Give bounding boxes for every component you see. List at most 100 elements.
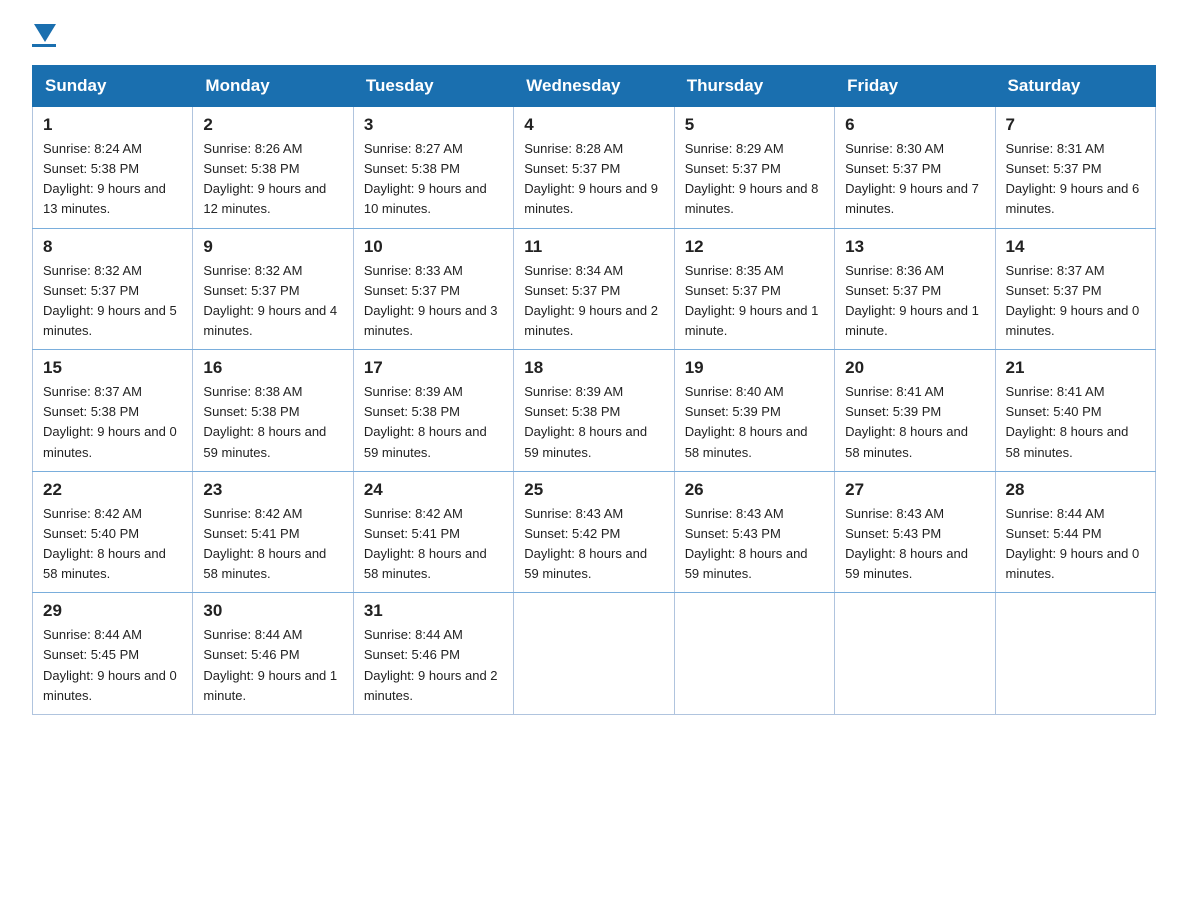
- day-number: 6: [845, 115, 984, 135]
- weekday-header-tuesday: Tuesday: [353, 66, 513, 107]
- calendar-cell: 11 Sunrise: 8:34 AMSunset: 5:37 PMDayligh…: [514, 228, 674, 350]
- day-number: 22: [43, 480, 182, 500]
- calendar-cell: 4 Sunrise: 8:28 AMSunset: 5:37 PMDaylight…: [514, 107, 674, 229]
- calendar-cell: 12 Sunrise: 8:35 AMSunset: 5:37 PMDayligh…: [674, 228, 834, 350]
- calendar-cell: 16 Sunrise: 8:38 AMSunset: 5:38 PMDayligh…: [193, 350, 353, 472]
- calendar-cell: 31 Sunrise: 8:44 AMSunset: 5:46 PMDayligh…: [353, 593, 513, 715]
- day-info: Sunrise: 8:43 AMSunset: 5:43 PMDaylight:…: [845, 504, 984, 585]
- week-row-2: 8 Sunrise: 8:32 AMSunset: 5:37 PMDaylight…: [33, 228, 1156, 350]
- day-number: 23: [203, 480, 342, 500]
- calendar-cell: 28 Sunrise: 8:44 AMSunset: 5:44 PMDayligh…: [995, 471, 1155, 593]
- day-number: 11: [524, 237, 663, 257]
- calendar-cell: 17Sunrise: 8:39 AMSunset: 5:38 PMDayligh…: [353, 350, 513, 472]
- day-number: 7: [1006, 115, 1145, 135]
- day-info: Sunrise: 8:37 AMSunset: 5:37 PMDaylight:…: [1006, 261, 1145, 342]
- day-info: Sunrise: 8:39 AMSunset: 5:38 PMDaylight:…: [364, 382, 503, 463]
- day-info: Sunrise: 8:42 AMSunset: 5:41 PMDaylight:…: [364, 504, 503, 585]
- logo-underline: [32, 44, 56, 47]
- logo-triangle-icon: [34, 24, 56, 42]
- weekday-header-thursday: Thursday: [674, 66, 834, 107]
- calendar-cell: 18 Sunrise: 8:39 AMSunset: 5:38 PMDayligh…: [514, 350, 674, 472]
- day-number: 4: [524, 115, 663, 135]
- calendar-cell: [514, 593, 674, 715]
- day-number: 12: [685, 237, 824, 257]
- day-number: 26: [685, 480, 824, 500]
- day-info: Sunrise: 8:41 AMSunset: 5:40 PMDaylight:…: [1006, 382, 1145, 463]
- calendar-cell: 7 Sunrise: 8:31 AMSunset: 5:37 PMDaylight…: [995, 107, 1155, 229]
- calendar-cell: 8 Sunrise: 8:32 AMSunset: 5:37 PMDaylight…: [33, 228, 193, 350]
- logo: [32, 24, 56, 47]
- calendar-cell: 24 Sunrise: 8:42 AMSunset: 5:41 PMDayligh…: [353, 471, 513, 593]
- day-number: 20: [845, 358, 984, 378]
- day-number: 19: [685, 358, 824, 378]
- day-number: 14: [1006, 237, 1145, 257]
- weekday-header-monday: Monday: [193, 66, 353, 107]
- day-number: 25: [524, 480, 663, 500]
- day-info: Sunrise: 8:44 AMSunset: 5:45 PMDaylight:…: [43, 625, 182, 706]
- day-number: 1: [43, 115, 182, 135]
- page-header: [32, 24, 1156, 47]
- calendar-cell: 1 Sunrise: 8:24 AMSunset: 5:38 PMDaylight…: [33, 107, 193, 229]
- day-info: Sunrise: 8:42 AMSunset: 5:40 PMDaylight:…: [43, 504, 182, 585]
- calendar-cell: 21Sunrise: 8:41 AMSunset: 5:40 PMDayligh…: [995, 350, 1155, 472]
- weekday-header-sunday: Sunday: [33, 66, 193, 107]
- week-row-1: 1 Sunrise: 8:24 AMSunset: 5:38 PMDaylight…: [33, 107, 1156, 229]
- day-number: 16: [203, 358, 342, 378]
- calendar-cell: 15 Sunrise: 8:37 AMSunset: 5:38 PMDayligh…: [33, 350, 193, 472]
- calendar-cell: 3 Sunrise: 8:27 AMSunset: 5:38 PMDaylight…: [353, 107, 513, 229]
- day-number: 27: [845, 480, 984, 500]
- calendar-cell: 6 Sunrise: 8:30 AMSunset: 5:37 PMDaylight…: [835, 107, 995, 229]
- calendar-cell: 27 Sunrise: 8:43 AMSunset: 5:43 PMDayligh…: [835, 471, 995, 593]
- calendar-cell: 13Sunrise: 8:36 AMSunset: 5:37 PMDayligh…: [835, 228, 995, 350]
- day-info: Sunrise: 8:30 AMSunset: 5:37 PMDaylight:…: [845, 139, 984, 220]
- day-info: Sunrise: 8:43 AMSunset: 5:42 PMDaylight:…: [524, 504, 663, 585]
- logo-content: [32, 24, 56, 47]
- day-number: 28: [1006, 480, 1145, 500]
- day-info: Sunrise: 8:34 AMSunset: 5:37 PMDaylight:…: [524, 261, 663, 342]
- day-number: 18: [524, 358, 663, 378]
- calendar-cell: 10Sunrise: 8:33 AMSunset: 5:37 PMDayligh…: [353, 228, 513, 350]
- week-row-4: 22 Sunrise: 8:42 AMSunset: 5:40 PMDayligh…: [33, 471, 1156, 593]
- calendar-cell: 9 Sunrise: 8:32 AMSunset: 5:37 PMDaylight…: [193, 228, 353, 350]
- day-number: 5: [685, 115, 824, 135]
- day-info: Sunrise: 8:32 AMSunset: 5:37 PMDaylight:…: [203, 261, 342, 342]
- calendar-cell: [674, 593, 834, 715]
- week-row-3: 15 Sunrise: 8:37 AMSunset: 5:38 PMDayligh…: [33, 350, 1156, 472]
- day-number: 30: [203, 601, 342, 621]
- day-info: Sunrise: 8:44 AMSunset: 5:46 PMDaylight:…: [364, 625, 503, 706]
- day-info: Sunrise: 8:39 AMSunset: 5:38 PMDaylight:…: [524, 382, 663, 463]
- day-info: Sunrise: 8:38 AMSunset: 5:38 PMDaylight:…: [203, 382, 342, 463]
- calendar-cell: [995, 593, 1155, 715]
- calendar-cell: 2Sunrise: 8:26 AMSunset: 5:38 PMDaylight…: [193, 107, 353, 229]
- day-info: Sunrise: 8:42 AMSunset: 5:41 PMDaylight:…: [203, 504, 342, 585]
- calendar-cell: 23 Sunrise: 8:42 AMSunset: 5:41 PMDayligh…: [193, 471, 353, 593]
- weekday-header-row: SundayMondayTuesdayWednesdayThursdayFrid…: [33, 66, 1156, 107]
- calendar-cell: 19 Sunrise: 8:40 AMSunset: 5:39 PMDayligh…: [674, 350, 834, 472]
- calendar-cell: 14 Sunrise: 8:37 AMSunset: 5:37 PMDayligh…: [995, 228, 1155, 350]
- weekday-header-wednesday: Wednesday: [514, 66, 674, 107]
- day-info: Sunrise: 8:28 AMSunset: 5:37 PMDaylight:…: [524, 139, 663, 220]
- day-info: Sunrise: 8:27 AMSunset: 5:38 PMDaylight:…: [364, 139, 503, 220]
- day-info: Sunrise: 8:32 AMSunset: 5:37 PMDaylight:…: [43, 261, 182, 342]
- day-number: 15: [43, 358, 182, 378]
- day-info: Sunrise: 8:44 AMSunset: 5:44 PMDaylight:…: [1006, 504, 1145, 585]
- calendar-cell: 30Sunrise: 8:44 AMSunset: 5:46 PMDayligh…: [193, 593, 353, 715]
- day-info: Sunrise: 8:40 AMSunset: 5:39 PMDaylight:…: [685, 382, 824, 463]
- day-info: Sunrise: 8:29 AMSunset: 5:37 PMDaylight:…: [685, 139, 824, 220]
- day-info: Sunrise: 8:35 AMSunset: 5:37 PMDaylight:…: [685, 261, 824, 342]
- day-info: Sunrise: 8:43 AMSunset: 5:43 PMDaylight:…: [685, 504, 824, 585]
- calendar-cell: 22 Sunrise: 8:42 AMSunset: 5:40 PMDayligh…: [33, 471, 193, 593]
- day-info: Sunrise: 8:31 AMSunset: 5:37 PMDaylight:…: [1006, 139, 1145, 220]
- day-number: 3: [364, 115, 503, 135]
- day-info: Sunrise: 8:41 AMSunset: 5:39 PMDaylight:…: [845, 382, 984, 463]
- calendar-cell: 26 Sunrise: 8:43 AMSunset: 5:43 PMDayligh…: [674, 471, 834, 593]
- day-number: 9: [203, 237, 342, 257]
- calendar-cell: [835, 593, 995, 715]
- day-info: Sunrise: 8:24 AMSunset: 5:38 PMDaylight:…: [43, 139, 182, 220]
- day-info: Sunrise: 8:37 AMSunset: 5:38 PMDaylight:…: [43, 382, 182, 463]
- day-number: 8: [43, 237, 182, 257]
- weekday-header-friday: Friday: [835, 66, 995, 107]
- day-number: 31: [364, 601, 503, 621]
- day-number: 29: [43, 601, 182, 621]
- day-number: 24: [364, 480, 503, 500]
